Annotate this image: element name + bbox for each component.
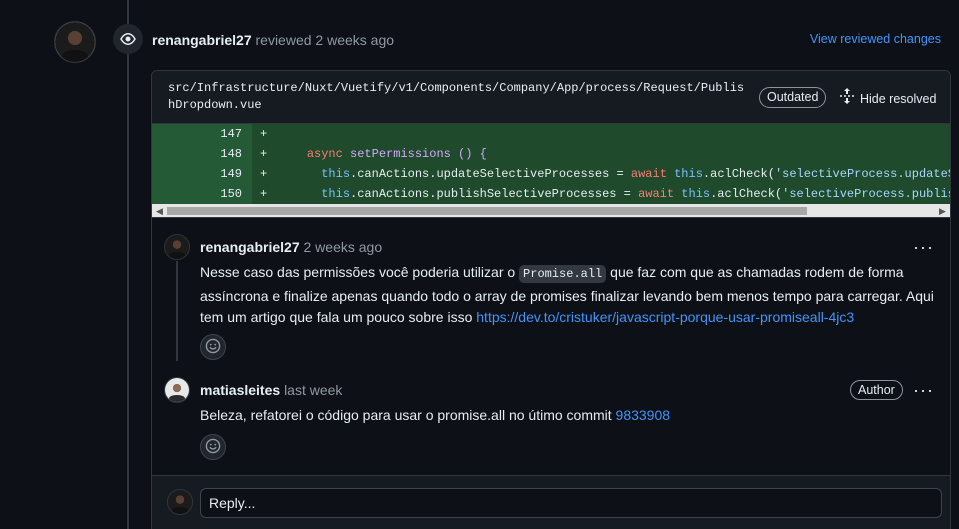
scrollbar-thumb[interactable] (167, 207, 807, 215)
comment-username[interactable]: matiasleites (200, 382, 280, 398)
comment-header: matiasleites last week (200, 381, 342, 399)
avatar[interactable] (164, 234, 190, 260)
diff-sign: + (260, 187, 268, 201)
code-this: this (674, 167, 703, 181)
code-text: .canActions.publishSelectiveProcesses = (350, 187, 639, 201)
review-thread: src/Infrastructure/Nuxt/Vuetify/v1/Compo… (151, 70, 951, 529)
comment-username[interactable]: renangabriel27 (200, 239, 300, 255)
comment-thread-line (176, 261, 178, 361)
code-keyword: await (638, 187, 675, 201)
unfold-icon (840, 88, 854, 109)
view-reviewed-changes-link[interactable]: View reviewed changes (810, 31, 941, 47)
timeline-line (127, 0, 129, 529)
code-keyword: async (306, 147, 343, 161)
diff-sign: + (260, 147, 268, 161)
smiley-icon (205, 438, 221, 457)
line-number[interactable]: 149 (152, 164, 252, 184)
comment-text: Nesse caso das permissões você poderia u… (200, 264, 520, 280)
line-number[interactable]: 148 (152, 144, 252, 164)
diff-sign: + (260, 127, 268, 141)
reviewer-avatar[interactable] (54, 21, 96, 63)
code-line: this.canActions.publishSelectiveProcesse… (272, 184, 950, 204)
scroll-left-icon[interactable]: ◀ (153, 204, 166, 218)
scroll-right-icon[interactable]: ▶ (936, 204, 949, 218)
reviewer-username[interactable]: renangabriel27 (152, 32, 252, 48)
avatar[interactable] (164, 377, 190, 403)
diff-line: 148 + async setPermissions () { (152, 144, 950, 164)
code-text: .aclCheck( (710, 187, 783, 201)
file-path[interactable]: src/Infrastructure/Nuxt/Vuetify/v1/Compo… (168, 80, 748, 114)
diff-sign: + (260, 167, 268, 181)
add-reaction-button[interactable] (200, 434, 226, 460)
line-number[interactable]: 147 (152, 124, 252, 144)
code-this: this (681, 187, 711, 201)
file-header: src/Infrastructure/Nuxt/Vuetify/v1/Compo… (152, 71, 950, 124)
comment-body: Beleza, refatorei o código para usar o p… (200, 405, 940, 427)
avatar (167, 489, 193, 515)
code-text: .canActions.updateSelectiveProcesses = (350, 167, 631, 181)
code-keyword: await (630, 167, 667, 181)
review-time[interactable]: 2 weeks ago (315, 32, 394, 48)
comment-time[interactable]: last week (284, 382, 342, 398)
comment-text: Beleza, refatorei o código para usar o p… (200, 407, 616, 423)
kebab-horizontal-icon[interactable]: ··· (913, 381, 934, 399)
comment-link[interactable]: https://dev.to/cristuker/javascript-porq… (476, 309, 854, 325)
inline-code: Promise.all (519, 265, 607, 283)
review-header: renangabriel27 reviewed 2 weeks ago (152, 31, 394, 49)
comment-time[interactable]: 2 weeks ago (304, 239, 383, 255)
smiley-icon (205, 338, 221, 357)
reply-area (152, 475, 950, 529)
comment-body: Nesse caso das permissões você poderia u… (200, 262, 940, 329)
code-function: setPermissions () { (350, 147, 487, 161)
reply-input[interactable] (200, 488, 942, 518)
code-line: this.canActions.updateSelectiveProcesses… (272, 164, 950, 184)
code-line: async setPermissions () { (272, 144, 487, 164)
diff-line: 147 + (152, 124, 950, 144)
code-this: this (321, 187, 351, 201)
code-this: this (321, 167, 351, 181)
diff-line: 149 + this.canActions.updateSelectivePro… (152, 164, 950, 184)
horizontal-scrollbar[interactable]: ◀ ▶ (152, 204, 950, 218)
code-string: 'selectiveProcess.updateS (774, 167, 950, 181)
author-badge: Author (850, 380, 903, 400)
add-reaction-button[interactable] (200, 334, 226, 360)
line-number[interactable]: 150 (152, 184, 252, 204)
comment-header: renangabriel27 2 weeks ago (200, 238, 382, 256)
outdated-badge: Outdated (759, 87, 827, 108)
diff-line: 150 + this.canActions.publishSelectivePr… (152, 184, 950, 204)
eye-icon (113, 24, 143, 54)
review-action: reviewed (255, 32, 312, 48)
kebab-horizontal-icon[interactable]: ··· (913, 238, 934, 256)
hide-resolved-button[interactable]: Hide resolved (840, 88, 936, 109)
hide-resolved-label: Hide resolved (860, 91, 937, 106)
code-text: .aclCheck( (702, 167, 775, 181)
code-string: 'selectiveProcess.publis (782, 187, 950, 201)
commit-link[interactable]: 9833908 (616, 407, 671, 423)
diff-hunk: 147 + 148 + async setPermissions () { 14… (152, 124, 950, 204)
